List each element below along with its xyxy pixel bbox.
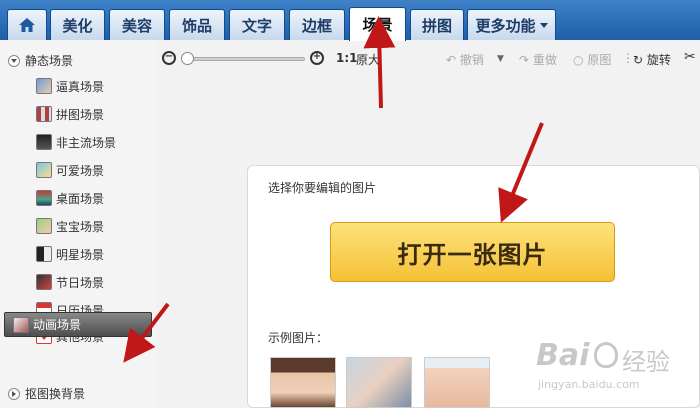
- watermark-brand-2: 经验: [622, 348, 670, 376]
- tab-scene[interactable]: 场景: [349, 7, 406, 41]
- undo-button[interactable]: ↶ 撤销: [446, 51, 484, 68]
- zoom-in-icon[interactable]: +: [310, 51, 324, 65]
- red-arrow-scene-tab: [363, 16, 396, 109]
- scene-thumbnail-icon: [13, 316, 29, 333]
- scene-thumbnail-icon: [36, 218, 52, 234]
- sidebar-item-label: 拼图场景: [56, 107, 105, 122]
- tab-accessory[interactable]: 饰品: [169, 9, 225, 40]
- original-size-button[interactable]: 原大: [356, 51, 380, 68]
- sidebar-section-static[interactable]: 静态场景: [8, 52, 73, 69]
- redo-icon: ↷: [519, 53, 530, 67]
- scene-thumbnail-icon: [36, 78, 52, 94]
- sample-image-2[interactable]: [346, 357, 412, 408]
- sidebar-item-label: 非主流场景: [56, 135, 117, 150]
- sidebar-section-label: 抠图换背景: [25, 387, 86, 401]
- sidebar-item-label: 逼真场景: [56, 79, 105, 94]
- sidebar-item-label: 可爱场景: [56, 163, 105, 178]
- zoom-slider[interactable]: [190, 57, 305, 61]
- tab-more[interactable]: 更多功能: [467, 9, 556, 40]
- sidebar-item-label: 节日场景: [56, 275, 105, 290]
- watermark-brand: Bai: [536, 338, 590, 373]
- scene-thumbnail-icon: [36, 246, 52, 262]
- scene-thumbnail-icon: [36, 106, 52, 122]
- chevron-down-icon: [539, 22, 548, 28]
- sidebar-item-baby[interactable]: 宝宝场景: [36, 215, 104, 237]
- scene-thumbnail-icon: [36, 274, 52, 290]
- scene-thumbnail-icon: [36, 162, 52, 178]
- scene-thumbnail-icon: [36, 134, 52, 150]
- rotate-label: 旋转: [646, 53, 671, 67]
- sidebar-item-desktop[interactable]: 桌面场景: [36, 187, 104, 209]
- home-icon: [19, 18, 35, 32]
- sidebar-item-label: 动画场景: [33, 318, 82, 332]
- actual-size-button[interactable]: 1:1: [336, 51, 358, 65]
- open-image-button[interactable]: 打开一张图片: [330, 222, 615, 282]
- examples-label: 示例图片：: [268, 331, 329, 345]
- tab-border[interactable]: 边框: [289, 9, 345, 40]
- undo-history-dropdown[interactable]: ▼: [497, 54, 504, 64]
- zoom-out-icon[interactable]: −: [162, 51, 176, 65]
- undo-label: 撤销: [459, 53, 484, 67]
- tab-more-label: 更多功能: [475, 16, 536, 35]
- tab-cosmetic[interactable]: 美容: [109, 9, 165, 40]
- sidebar-item-realistic[interactable]: 逼真场景: [36, 75, 104, 97]
- tab-collage[interactable]: 拼图: [410, 9, 464, 40]
- panel-prompt: 选择你要编辑的图片: [268, 181, 377, 195]
- sidebar-item-label: 桌面场景: [56, 191, 105, 206]
- paw-icon: [594, 342, 618, 368]
- zoom-slider-handle[interactable]: [181, 52, 194, 65]
- sidebar-item-alternative[interactable]: 非主流场景: [36, 131, 116, 153]
- tab-home[interactable]: [7, 9, 47, 40]
- sidebar-section-label: 静态场景: [25, 54, 74, 68]
- sample-image-1[interactable]: [270, 357, 336, 408]
- sidebar-item-label: 明星场景: [56, 247, 105, 262]
- scene-thumbnail-icon: [36, 190, 52, 206]
- sidebar-item-collage[interactable]: 拼图场景: [36, 103, 104, 125]
- original-image-icon: ○: [573, 53, 584, 67]
- original-image-button[interactable]: ○ 原图: [573, 51, 611, 68]
- tab-text[interactable]: 文字: [229, 9, 285, 40]
- redo-label: 重做: [532, 53, 557, 67]
- crop-scissors-icon[interactable]: ✂: [684, 49, 696, 65]
- sidebar-item-animated[interactable]: 动画场景: [4, 312, 152, 337]
- sidebar-item-holiday[interactable]: 节日场景: [36, 271, 104, 293]
- sample-image-3[interactable]: [424, 357, 490, 408]
- sidebar-item-cute[interactable]: 可爱场景: [36, 159, 104, 181]
- sidebar-section-cutout[interactable]: 抠图换背景: [8, 385, 85, 402]
- redo-button[interactable]: ↷ 重做: [519, 51, 557, 68]
- rotate-button[interactable]: ↻ 旋转: [633, 51, 671, 68]
- sidebar-item-celebrity[interactable]: 明星场景: [36, 243, 104, 265]
- collapse-icon: [8, 54, 20, 67]
- baidu-watermark: Bai 经验 jingyan.baidu.com: [536, 338, 696, 404]
- original-image-label: 原图: [587, 53, 612, 67]
- undo-icon: ↶: [446, 53, 457, 67]
- rotate-icon: ↻: [633, 53, 644, 67]
- watermark-url: jingyan.baidu.com: [538, 378, 640, 391]
- sidebar-item-label: 宝宝场景: [56, 219, 105, 234]
- tab-beautify[interactable]: 美化: [50, 9, 105, 40]
- expand-icon: [8, 387, 20, 400]
